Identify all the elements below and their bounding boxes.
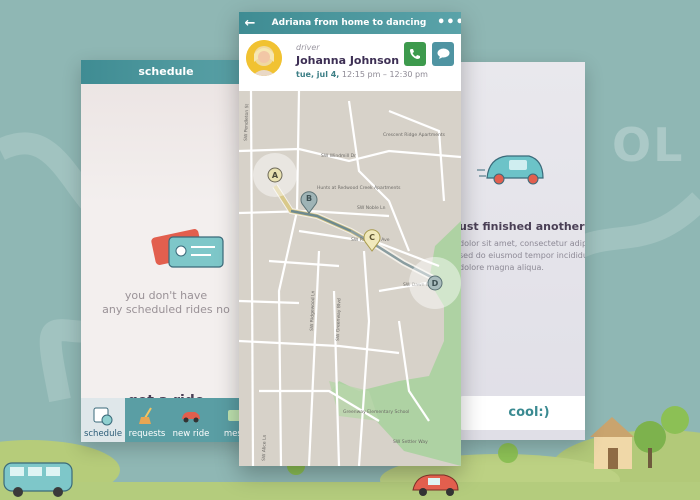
finished-body: dolor sit amet, consectetur adipiscing s…: [459, 238, 585, 274]
chat-button[interactable]: [432, 42, 454, 66]
street-label: SW Noble Ln: [357, 205, 386, 211]
ride-time: 12:15 pm – 12:30 pm: [341, 70, 428, 79]
car-icon: [182, 412, 200, 423]
place-label: Greenway Elementary School: [343, 409, 409, 415]
street-label: SW Settler Way: [393, 439, 428, 445]
finished-heading: ust finished another ride!: [459, 220, 585, 233]
empty-state-text: you don't have any scheduled rides no: [81, 289, 251, 317]
place-label: Crescent Ridge Apartments: [383, 132, 446, 138]
tab-label: schedule: [83, 429, 123, 439]
marker-label: B: [306, 194, 312, 203]
electric-car-icon: [477, 155, 544, 185]
schedule-header: schedule: [81, 60, 251, 84]
tab-schedule[interactable]: schedule: [81, 398, 125, 442]
back-arrow-icon[interactable]: ←: [239, 16, 261, 31]
driver-name: Johanna Johnson: [296, 54, 400, 67]
ride-datetime: tue, jul 4, 12:15 pm – 12:30 pm: [296, 70, 428, 79]
schedule-screen: schedule you don't have any scheduled ri…: [81, 60, 251, 442]
empty-line-1: you don't have: [124, 289, 208, 302]
tab-new-ride[interactable]: new ride: [169, 398, 213, 442]
marker-label: D: [432, 279, 439, 288]
van-illustration: [3, 462, 73, 497]
small-car-illustration: [412, 474, 459, 496]
body-line: dolore magna aliqua.: [459, 263, 544, 272]
more-options-icon[interactable]: •••: [437, 16, 461, 29]
ride-title: Adriana from home to dancing: [271, 18, 427, 28]
background-word: OL: [612, 118, 685, 172]
tab-label: new ride: [172, 429, 210, 439]
driver-photo: [246, 40, 282, 76]
tickets-icon: [151, 229, 224, 268]
map-marker-a[interactable]: A: [267, 167, 283, 183]
ride-header: ← Adriana from home to dancing •••: [239, 12, 461, 34]
chat-bubble-icon: [437, 48, 449, 59]
call-button[interactable]: [404, 42, 426, 66]
route-map[interactable]: SW Pendleton St SW Parkview Ave Crescent…: [239, 91, 461, 466]
phone-icon: [410, 49, 420, 59]
map-marker-d[interactable]: D: [427, 275, 443, 291]
driver-role: driver: [296, 43, 320, 52]
calendar-clock-icon: [93, 407, 113, 426]
broom-icon: [139, 407, 152, 424]
driver-card: driver Johanna Johnson tue, jul 4, 12:15…: [239, 34, 461, 91]
cool-button[interactable]: cool:): [459, 396, 585, 430]
ride-finished-screen: ust finished another ride! dolor sit ame…: [459, 62, 585, 440]
street-label: SW Alice Ln: [261, 434, 268, 461]
marker-label: A: [272, 171, 279, 180]
body-line: sed do eiusmod tempor incididunt ut labo…: [459, 251, 585, 260]
body-line: dolor sit amet, consectetur adipiscing: [459, 239, 585, 248]
place-label: Hunts at Redwood Creek Apartments: [317, 185, 401, 191]
bottom-tab-bar: schedule requests new ride mess: [81, 398, 251, 442]
street-label: SW Windmill Dr: [321, 153, 356, 159]
tab-label: requests: [128, 429, 166, 439]
ride-detail-screen: ← Adriana from home to dancing ••• drive…: [239, 12, 461, 466]
empty-line-2: any scheduled rides no: [102, 303, 230, 316]
marker-label: C: [369, 233, 375, 242]
tab-requests[interactable]: requests: [125, 398, 169, 442]
driver-avatar: [246, 40, 282, 76]
ride-date: tue, jul 4,: [296, 70, 340, 79]
header-gradient: [81, 84, 251, 204]
